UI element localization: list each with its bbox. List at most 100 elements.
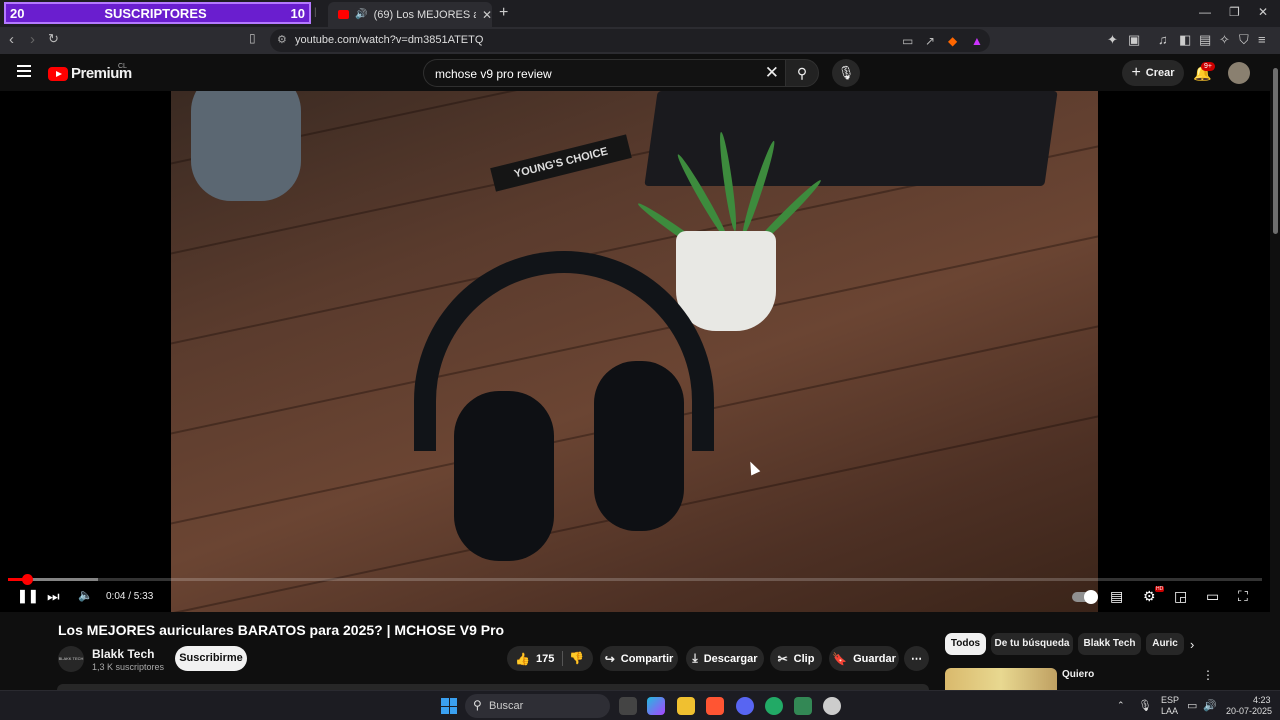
task-view-icon[interactable] bbox=[619, 697, 637, 715]
share-arrow-icon: ↪ bbox=[604, 651, 615, 666]
user-avatar[interactable] bbox=[1228, 62, 1250, 84]
app-icon[interactable] bbox=[765, 697, 783, 715]
file-explorer-icon[interactable] bbox=[677, 697, 695, 715]
subscriber-count: 1,3 K suscriptores bbox=[92, 662, 165, 672]
voice-search-button[interactable]: 🎙 bbox=[832, 59, 860, 87]
vpn-icon[interactable]: ⛉ bbox=[1239, 32, 1249, 48]
restore-icon[interactable]: ❐ bbox=[1229, 5, 1240, 19]
volume-icon[interactable]: 🔈 bbox=[78, 588, 93, 602]
chip-from-search[interactable]: De tu búsqueda bbox=[991, 633, 1073, 655]
theater-mode-icon[interactable]: ▭ bbox=[1206, 588, 1219, 605]
settings-gear-icon[interactable]: ⚙ bbox=[1143, 588, 1156, 605]
video-frame[interactable]: YOUNG'S CHOICE bbox=[171, 91, 1098, 612]
search-input[interactable]: mchose v9 pro review ✕ bbox=[423, 59, 785, 87]
more-actions-button[interactable]: ⋯ bbox=[904, 646, 929, 671]
taskbar-search[interactable]: ⚲ Buscar bbox=[465, 694, 610, 718]
app-icon[interactable] bbox=[794, 697, 812, 715]
create-button[interactable]: + Crear bbox=[1122, 60, 1184, 86]
chip-channel[interactable]: Blakk Tech bbox=[1078, 633, 1141, 655]
subtitles-icon[interactable]: ▤ bbox=[1110, 588, 1123, 605]
tray-mic-icon[interactable]: 🎙 bbox=[1138, 699, 1152, 712]
search-button[interactable]: ⚲ bbox=[785, 59, 819, 87]
recommended-video-thumbnail[interactable] bbox=[945, 668, 1057, 690]
video-title: Los MEJORES auriculares BARATOS para 202… bbox=[58, 622, 505, 638]
more-horizontal-icon: ⋯ bbox=[911, 653, 922, 665]
thumbs-down-icon[interactable]: 👎 bbox=[569, 651, 584, 665]
minimize-icon[interactable]: — bbox=[1199, 5, 1211, 19]
taskbar-date[interactable]: 20-07-2025 bbox=[1226, 706, 1272, 716]
screenshot-icon[interactable]: ▣ bbox=[1128, 32, 1140, 48]
menu-icon[interactable]: ≡ bbox=[1258, 32, 1266, 47]
thumbs-up-icon[interactable]: 👍 bbox=[515, 652, 530, 666]
address-bar[interactable]: ⚙ youtube.com/watch?v=dm3851ATETQ ▭ ↗ ◆ … bbox=[270, 29, 990, 52]
hamburger-menu-icon[interactable] bbox=[17, 65, 31, 77]
forward-icon[interactable]: › bbox=[30, 31, 35, 48]
keyboard-shape bbox=[644, 91, 1058, 186]
new-tab-button[interactable]: + bbox=[499, 4, 508, 22]
network-icon[interactable]: ▭ bbox=[1187, 699, 1197, 712]
chip-auriculares[interactable]: Auric bbox=[1146, 633, 1184, 655]
save-label: Guardar bbox=[853, 652, 896, 665]
tray-chevron-icon[interactable]: ⌃ bbox=[1117, 700, 1125, 711]
windows-start-icon[interactable] bbox=[441, 698, 457, 714]
subscribe-button[interactable]: Suscribirme bbox=[175, 646, 247, 671]
like-count[interactable]: 175 bbox=[536, 653, 554, 665]
close-window-icon[interactable]: ✕ bbox=[1258, 5, 1268, 19]
clip-label: Clip bbox=[793, 652, 815, 665]
cast-icon[interactable]: ▭ bbox=[902, 34, 913, 48]
page-scrollbar[interactable] bbox=[1270, 54, 1280, 690]
share-label: Compartir bbox=[620, 652, 674, 665]
site-settings-icon[interactable]: ⚙ bbox=[277, 33, 287, 46]
leo-ai-icon[interactable]: ✧ bbox=[1219, 32, 1230, 48]
progress-scrubber-handle[interactable] bbox=[21, 574, 33, 585]
reload-icon[interactable]: ↻ bbox=[48, 31, 59, 47]
taskbar-time[interactable]: 4:23 bbox=[1253, 695, 1271, 705]
download-icon: ⤓ bbox=[692, 651, 698, 665]
progress-bar[interactable] bbox=[8, 574, 1262, 585]
language-top[interactable]: ESP bbox=[1161, 695, 1179, 705]
autoplay-toggle[interactable] bbox=[1072, 590, 1098, 604]
miniplayer-icon[interactable]: ◲ bbox=[1174, 588, 1187, 605]
copilot-icon[interactable] bbox=[647, 697, 665, 715]
share-button[interactable]: ↪ Compartir bbox=[600, 646, 678, 671]
bookmark-icon[interactable]: ▯ bbox=[249, 31, 256, 45]
recommended-video-title[interactable]: Quiero bbox=[1062, 669, 1094, 680]
save-button[interactable]: 🔖 Guardar bbox=[829, 646, 899, 671]
search-query: mchose v9 pro review bbox=[435, 67, 552, 81]
sidebar-icon[interactable]: ◧ bbox=[1179, 32, 1191, 48]
share-icon[interactable]: ↗ bbox=[925, 34, 935, 48]
channel-name[interactable]: Blakk Tech bbox=[92, 647, 154, 661]
active-browser-tab[interactable]: 🔊 (69) Los MEJORES auriculares ✕ bbox=[328, 2, 492, 27]
close-tab-icon[interactable]: ✕ bbox=[482, 8, 492, 22]
pause-button[interactable]: ❚❚ bbox=[17, 588, 39, 604]
browser-tab-bar: 20 SUSCRIPTORES 10 | 🔊 (69) Los MEJORES … bbox=[0, 0, 1280, 27]
clear-search-icon[interactable]: ✕ bbox=[765, 63, 779, 83]
wallet-icon[interactable]: ▤ bbox=[1199, 32, 1211, 48]
download-button[interactable]: ⤓ Descargar bbox=[686, 646, 764, 671]
ear-cup bbox=[454, 391, 554, 561]
clip-button[interactable]: ✂ Clip bbox=[770, 646, 822, 671]
scrollbar-thumb[interactable] bbox=[1273, 68, 1278, 234]
brave-shield-icon[interactable]: ◆ bbox=[948, 34, 957, 48]
brave-rewards-icon[interactable]: ▲ bbox=[971, 34, 983, 48]
extensions-icon[interactable]: ✦ bbox=[1107, 32, 1118, 48]
speaker-icon[interactable]: 🔊 bbox=[355, 9, 367, 20]
speaker-tray-icon[interactable]: 🔊 bbox=[1203, 699, 1217, 712]
discord-icon[interactable] bbox=[736, 697, 754, 715]
chip-all[interactable]: Todos bbox=[945, 633, 986, 655]
search-icon: ⚲ bbox=[796, 65, 808, 81]
more-vertical-icon[interactable]: ⋮ bbox=[1202, 668, 1214, 682]
media-icon[interactable]: ♫ bbox=[1158, 32, 1168, 47]
fullscreen-icon[interactable]: ⛶ bbox=[1238, 588, 1248, 605]
brave-browser-icon[interactable] bbox=[706, 697, 724, 715]
language-bottom[interactable]: LAA bbox=[1161, 706, 1178, 716]
chevron-right-icon[interactable]: › bbox=[1190, 637, 1194, 652]
ear-cup bbox=[594, 361, 684, 531]
headphones-shape bbox=[414, 251, 714, 561]
app-icon[interactable] bbox=[823, 697, 841, 715]
back-icon[interactable]: ‹ bbox=[9, 31, 14, 48]
channel-avatar[interactable]: BLAKK TECH bbox=[58, 646, 84, 672]
create-label: Crear bbox=[1145, 67, 1175, 79]
next-video-button[interactable]: ⏭ bbox=[47, 588, 60, 605]
video-player[interactable]: YOUNG'S CHOICE ❚❚ ⏭ 🔈 0:04 / 5:33 ▤ ⚙ HD… bbox=[0, 91, 1270, 612]
